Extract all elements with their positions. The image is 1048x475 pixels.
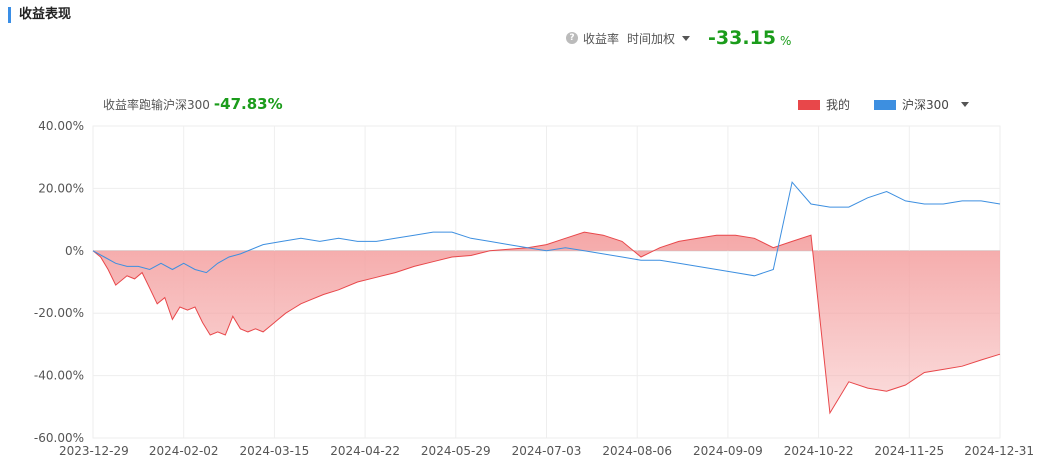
y-tick-label: 40.00% bbox=[38, 119, 84, 133]
y-tick-label: -20.00% bbox=[34, 306, 84, 320]
x-tick-label: 2024-09-09 bbox=[693, 444, 763, 458]
y-tick-label: 20.00% bbox=[38, 181, 84, 195]
x-tick-label: 2024-08-06 bbox=[602, 444, 672, 458]
y-tick-label: 0% bbox=[65, 244, 84, 258]
x-tick-label: 2024-04-22 bbox=[330, 444, 400, 458]
x-tick-label: 2023-12-29 bbox=[59, 444, 129, 458]
x-tick-label: 2024-11-25 bbox=[874, 444, 944, 458]
y-tick-label: -60.00% bbox=[34, 431, 84, 445]
y-tick-label: -40.00% bbox=[34, 369, 84, 383]
x-tick-label: 2024-02-02 bbox=[149, 444, 219, 458]
x-tick-label: 2024-12-31 bbox=[964, 444, 1034, 458]
return-chart: 40.00% 20.00% 0% -20.00% -40.00% -60.00%2023-… bbox=[34, 119, 1034, 458]
x-tick-label: 2024-10-22 bbox=[784, 444, 854, 458]
x-tick-label: 2024-03-15 bbox=[240, 444, 310, 458]
x-tick-label: 2024-05-29 bbox=[421, 444, 491, 458]
x-tick-label: 2024-07-03 bbox=[512, 444, 582, 458]
